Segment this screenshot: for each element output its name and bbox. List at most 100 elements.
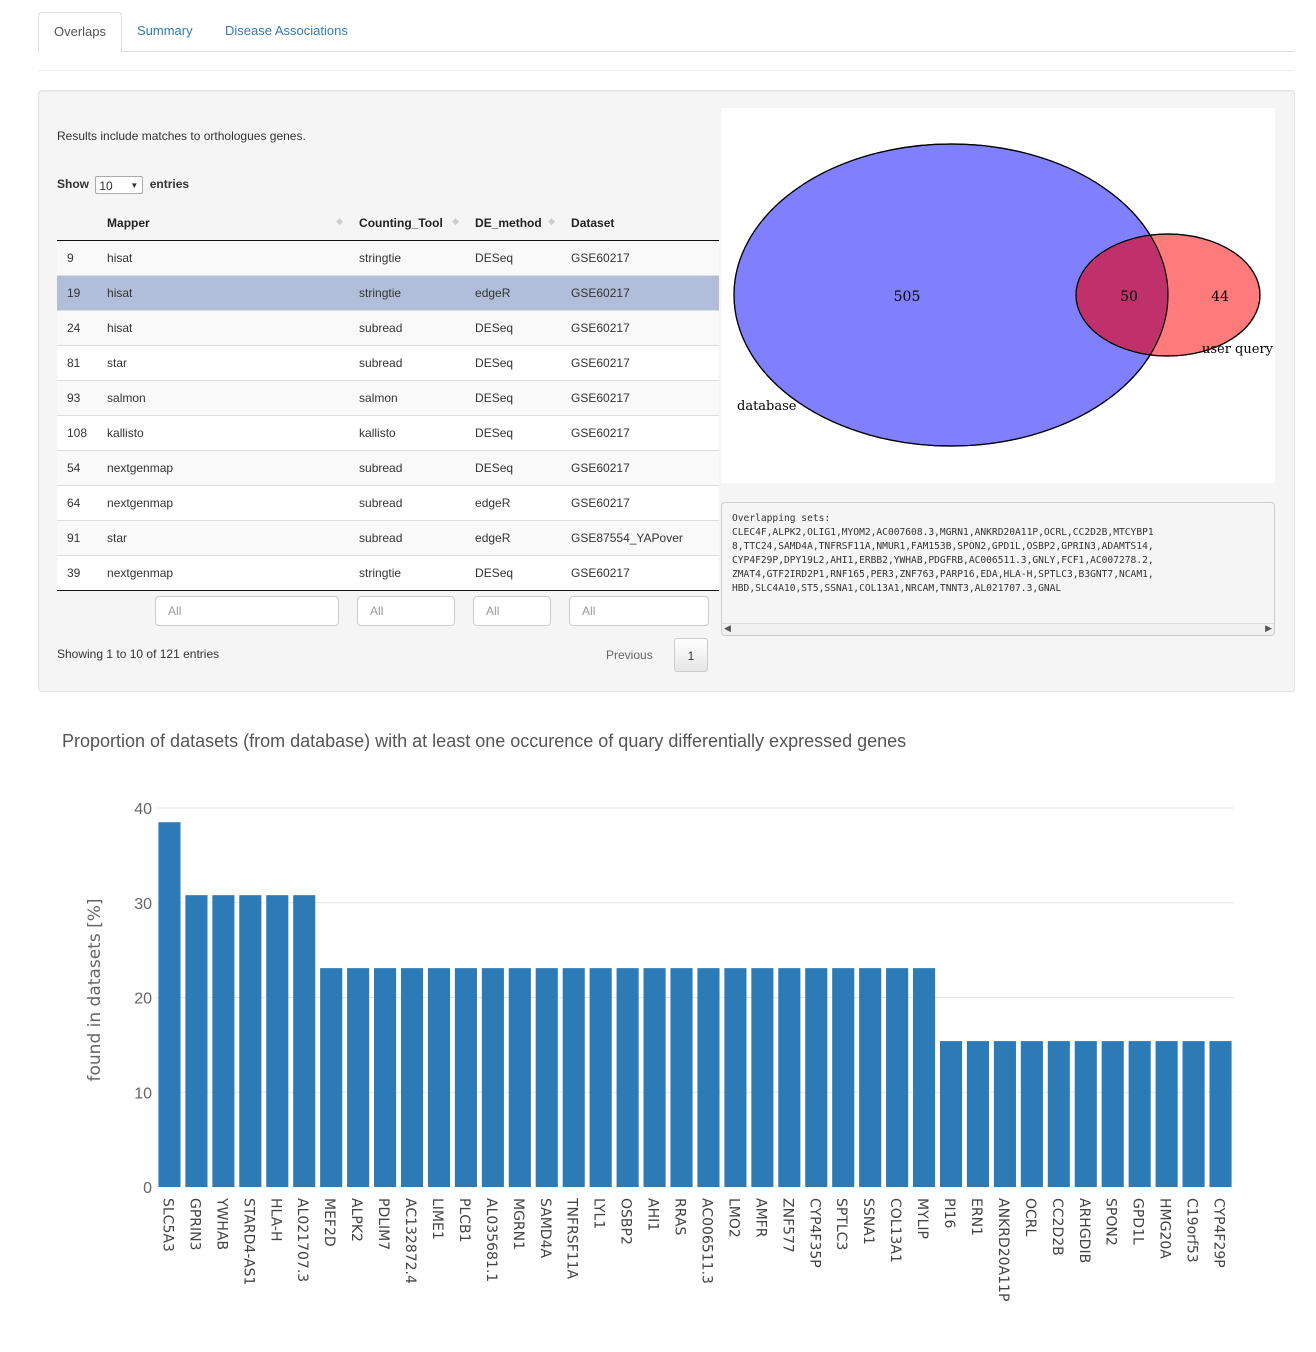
cell-dataset: GSE60217	[561, 240, 720, 276]
bar[interactable]	[454, 968, 477, 1187]
de-method-filter-input[interactable]: All	[473, 596, 552, 626]
page-length-select[interactable]: 10 ▼	[95, 176, 144, 194]
sort-icon: ◆	[336, 216, 344, 226]
bar[interactable]	[212, 895, 235, 1187]
bar[interactable]	[1101, 1041, 1124, 1187]
bar[interactable]	[535, 968, 558, 1187]
cell-index: 54	[57, 450, 98, 486]
results-note: Results include matches to orthologues g…	[57, 129, 306, 143]
bar[interactable]	[913, 968, 936, 1187]
bar[interactable]	[374, 968, 397, 1187]
table-row[interactable]: 64 nextgenmap subread edgeR GSE60217	[57, 485, 720, 521]
bar[interactable]	[1128, 1041, 1151, 1187]
bar[interactable]	[939, 1041, 963, 1187]
bar[interactable]	[805, 968, 828, 1187]
x-tick-label: CYP4F29P	[1211, 1198, 1227, 1268]
bar[interactable]	[1047, 1041, 1070, 1187]
bar[interactable]	[778, 968, 801, 1187]
x-tick-label: AC006511.3	[698, 1198, 714, 1284]
tab-disease-associations[interactable]: Disease Associations	[210, 12, 363, 50]
table-row[interactable]: 93 salmon salmon DESeq GSE60217	[57, 380, 720, 416]
mapper-filter-input[interactable]: All	[155, 596, 340, 626]
bar[interactable]	[724, 968, 747, 1187]
page-length-control: Show 10 ▼ entries	[57, 176, 189, 194]
bar[interactable]	[993, 1041, 1016, 1187]
results-table: Mapper ◆ Counting_Tool ◆ DE_method ◆ Datase…	[57, 205, 720, 632]
bar[interactable]	[158, 822, 181, 1187]
bar[interactable]	[239, 895, 262, 1187]
bar[interactable]	[185, 895, 208, 1187]
sort-icon: ◆	[452, 216, 460, 226]
bar[interactable]	[266, 895, 289, 1187]
bar[interactable]	[1074, 1041, 1097, 1187]
scroll-left-icon[interactable]: ◀	[724, 623, 731, 634]
cell-index: 81	[57, 345, 98, 381]
x-tick-label: ZNF577	[779, 1198, 795, 1253]
cell-mapper: hisat	[97, 310, 350, 346]
y-tick-label: 40	[134, 801, 152, 818]
bar[interactable]	[589, 968, 612, 1187]
column-header-mapper[interactable]: Mapper ◆	[97, 205, 350, 241]
sort-icon: ◆	[548, 216, 556, 226]
table-row[interactable]: 9 hisat stringtie DESeq GSE60217	[57, 240, 720, 276]
table-row[interactable]: 108 kallisto kallisto DESeq GSE60217	[57, 415, 720, 451]
table-row[interactable]: 24 hisat subread DESeq GSE60217	[57, 310, 720, 346]
tab-overlaps[interactable]: Overlaps	[38, 12, 123, 53]
y-tick-label: 10	[134, 1085, 152, 1102]
tab-summary[interactable]: Summary	[122, 12, 208, 50]
bar[interactable]	[1155, 1041, 1178, 1187]
dataset-filter-input[interactable]: All	[569, 596, 710, 626]
bar[interactable]	[1182, 1041, 1205, 1187]
column-header-de-method[interactable]: DE_method ◆	[465, 205, 562, 241]
table-row[interactable]: 91 star subread edgeR GSE87554_YAPover	[57, 520, 720, 556]
cell-counting-tool: subread	[349, 450, 466, 486]
bar[interactable]	[427, 968, 451, 1187]
column-header-counting-tool[interactable]: Counting_Tool ◆	[349, 205, 466, 241]
cell-index: 108	[57, 415, 98, 451]
bar[interactable]	[508, 968, 531, 1187]
bar[interactable]	[751, 968, 774, 1187]
cell-de-method: DESeq	[465, 555, 562, 591]
table-row[interactable]: 39 nextgenmap stringtie DESeq GSE60217	[57, 555, 720, 591]
bar[interactable]	[643, 968, 666, 1187]
bar[interactable]	[400, 968, 424, 1187]
overlapping-sets-text: Overlapping sets: CLEC4F,ALPK2,OLIG1,MYO…	[732, 513, 1154, 594]
bar[interactable]	[832, 968, 855, 1187]
x-tick-label: SSNA1	[860, 1198, 876, 1245]
bar[interactable]	[1020, 1041, 1043, 1187]
bar[interactable]	[670, 968, 693, 1187]
cell-index: 9	[57, 240, 98, 276]
bar[interactable]	[347, 968, 370, 1187]
filter-row: All All All All	[57, 591, 719, 632]
column-header-dataset[interactable]: Dataset	[561, 205, 720, 241]
cell-de-method: edgeR	[465, 485, 562, 521]
bar[interactable]	[859, 968, 882, 1187]
only-query-count: 44	[1211, 289, 1229, 305]
bar[interactable]	[697, 968, 720, 1187]
counting-tool-filter-input[interactable]: All	[357, 596, 456, 626]
horizontal-scrollbar[interactable]: ◀ ▶	[722, 623, 1274, 635]
page-1-button[interactable]: 1	[674, 638, 708, 672]
table-row[interactable]: 81 star subread DESeq GSE60217	[57, 345, 720, 381]
bar[interactable]	[562, 968, 585, 1187]
bar[interactable]	[616, 968, 639, 1187]
column-header-index[interactable]	[57, 205, 98, 241]
scroll-right-icon[interactable]: ▶	[1265, 623, 1272, 634]
table-row[interactable]: 54 nextgenmap subread DESeq GSE60217	[57, 450, 720, 486]
venn-diagram: 505 50 44 database user query	[721, 108, 1275, 483]
cell-counting-tool: stringtie	[349, 275, 466, 311]
chevron-down-icon: ▼	[130, 181, 139, 190]
bar[interactable]	[481, 968, 504, 1187]
bar[interactable]	[1209, 1041, 1232, 1187]
cell-counting-tool: salmon	[349, 380, 466, 416]
bar[interactable]	[966, 1041, 990, 1187]
previous-button[interactable]: Previous	[606, 648, 653, 662]
bar[interactable]	[886, 968, 909, 1187]
cell-dataset: GSE60217	[561, 485, 720, 521]
x-tick-label: COL13A1	[887, 1198, 903, 1263]
bar[interactable]	[293, 895, 316, 1187]
table-row[interactable]: 19 hisat stringtie edgeR GSE60217	[57, 275, 720, 311]
plot-title: Proportion of datasets (from database) w…	[62, 731, 907, 751]
cell-index: 19	[57, 275, 98, 311]
bar[interactable]	[320, 968, 343, 1187]
